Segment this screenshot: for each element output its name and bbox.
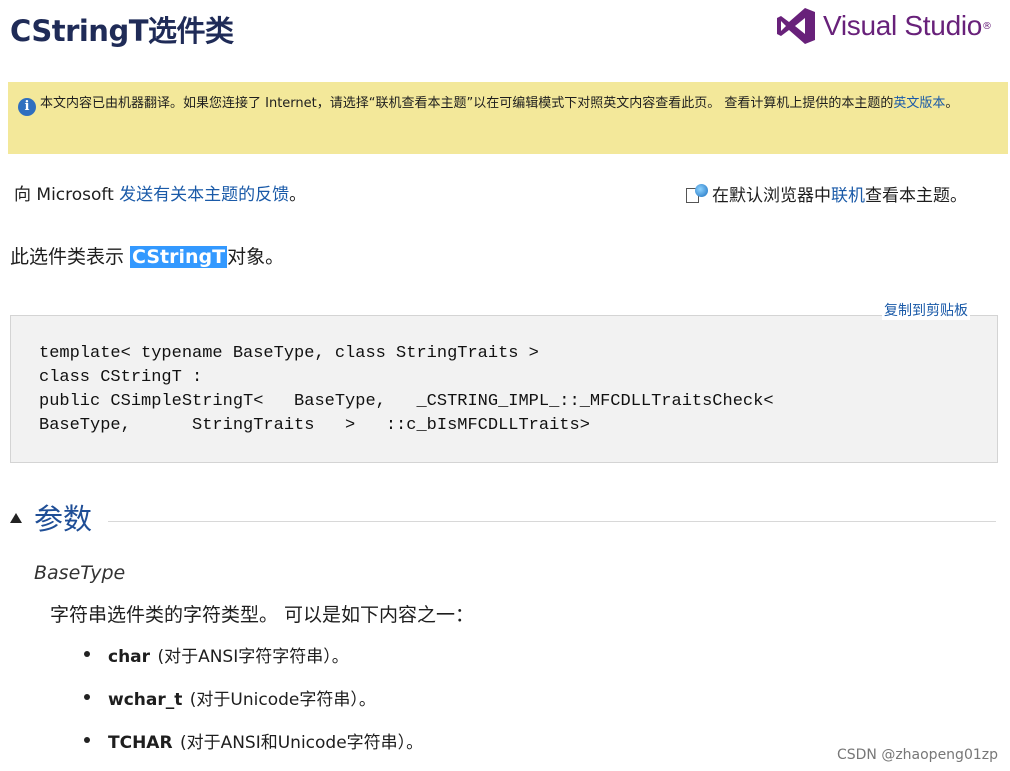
- machine-translation-notice: i 本文内容已由机器翻译。如果您连接了 Internet，请选择“联机查看本主题”…: [8, 82, 1008, 154]
- param-name: BaseType: [34, 562, 126, 584]
- page-title: CStringT选件类: [10, 14, 234, 48]
- selected-text-cstringt[interactable]: CStringT: [130, 246, 228, 268]
- parameters-section-header[interactable]: 参数: [10, 496, 1010, 538]
- registered-mark: ®: [982, 20, 993, 32]
- bullet-icon: [84, 651, 90, 657]
- list-item: TCHAR (对于ANSI和Unicode字符串）。: [84, 728, 423, 771]
- param-description: 字符串选件类的字符类型。 可以是如下内容之一：: [50, 604, 475, 626]
- list-item-term: TCHAR: [108, 733, 173, 753]
- list-item-text: (对于ANSI字符字符串）。: [152, 647, 349, 667]
- class-description: 此选件类表示 CStringT 对象。: [10, 242, 284, 269]
- feedback-prefix: 向 Microsoft: [14, 185, 120, 205]
- code-text: template< typename BaseType, class Strin…: [39, 344, 774, 435]
- visual-studio-icon: [777, 8, 815, 44]
- list-item: wchar_t (对于Unicode字符串）。: [84, 685, 423, 728]
- list-item-term: wchar_t: [108, 690, 183, 710]
- send-feedback-link[interactable]: 发送有关本主题的反馈: [119, 185, 289, 205]
- online-view-line: 在默认浏览器中 联机 查看本主题。: [686, 181, 967, 206]
- collapse-triangle-icon[interactable]: [10, 513, 22, 523]
- section-title: 参数: [34, 502, 93, 536]
- list-item-text: (对于ANSI和Unicode字符串）。: [174, 733, 424, 753]
- visual-studio-logo: Visual Studio ®: [775, 6, 992, 46]
- online-view-icon: [686, 183, 710, 204]
- notice-text: 本文内容已由机器翻译。如果您连接了 Internet，请选择“联机查看本主题”以…: [40, 96, 894, 111]
- feedback-suffix: 。: [289, 185, 307, 205]
- description-suffix: 对象。: [227, 246, 285, 268]
- description-prefix: 此选件类表示: [10, 246, 131, 268]
- online-view-suffix: 查看本主题。: [865, 186, 967, 206]
- section-divider: [108, 520, 996, 522]
- bullet-icon: [84, 737, 90, 743]
- code-block: template< typename BaseType, class Strin…: [10, 315, 998, 463]
- english-version-link[interactable]: 英文版本: [893, 96, 945, 111]
- feedback-line: 向 Microsoft 发送有关本主题的反馈。: [14, 180, 306, 205]
- online-view-prefix: 在默认浏览器中: [712, 186, 831, 206]
- list-item-term: char: [108, 647, 151, 667]
- list-item: char (对于ANSI字符字符串）。: [84, 642, 423, 685]
- brand-name: Visual Studio: [823, 10, 983, 41]
- info-icon: i: [18, 98, 36, 116]
- online-view-link[interactable]: 联机: [831, 181, 865, 206]
- list-item-text: (对于Unicode字符串）。: [184, 690, 376, 710]
- param-value-list: char (对于ANSI字符字符串）。 wchar_t (对于Unicode字符…: [84, 642, 423, 771]
- copy-to-clipboard-link[interactable]: 复制到剪贴板: [882, 300, 970, 320]
- watermark: CSDN @zhaopeng01zp: [836, 747, 998, 763]
- bullet-icon: [84, 694, 90, 700]
- notice-text-end: 。: [945, 96, 959, 111]
